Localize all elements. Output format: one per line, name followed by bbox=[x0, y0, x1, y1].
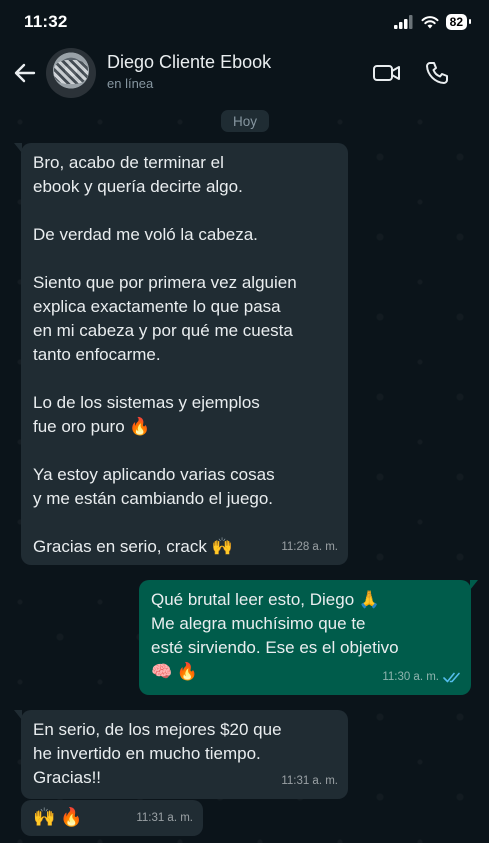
message-bubble-incoming[interactable]: Bro, acabo de terminar el ebook y quería… bbox=[14, 143, 348, 565]
message-text: 🙌 🔥 bbox=[33, 807, 83, 827]
signal-icon bbox=[393, 15, 413, 29]
message-text: Bro, acabo de terminar el ebook y quería… bbox=[33, 153, 297, 556]
bubble-tail bbox=[470, 580, 478, 590]
bubble-tail bbox=[14, 143, 22, 153]
date-chip: Hoy bbox=[221, 110, 269, 132]
battery-icon: 82 bbox=[445, 14, 472, 30]
message-time: 11:31 a. m. bbox=[281, 769, 338, 793]
wifi-icon bbox=[421, 16, 439, 29]
message-time-text: 11:31 a. m. bbox=[136, 812, 193, 824]
message-time-text: 11:31 a. m. bbox=[281, 775, 338, 787]
message-bubble-outgoing[interactable]: Qué brutal leer esto, Diego 🙏 Me alegra … bbox=[139, 580, 478, 695]
chat-area[interactable]: Hoy Bro, acabo de terminar el ebook y qu… bbox=[0, 102, 489, 843]
message-time: 11:31 a. m. bbox=[136, 806, 193, 830]
message-bubble-incoming[interactable]: En serio, de los mejores $20 que he inve… bbox=[14, 710, 348, 799]
message-bubble-incoming[interactable]: 🙌 🔥 11:31 a. m. bbox=[21, 800, 203, 836]
avatar[interactable] bbox=[46, 48, 96, 98]
status-time: 11:32 bbox=[24, 12, 68, 31]
message-time-text: 11:30 a. m. bbox=[382, 671, 439, 683]
contact-name[interactable]: Diego Cliente Ebook bbox=[107, 52, 271, 73]
contact-status: en línea bbox=[107, 76, 154, 91]
chat-header: Diego Cliente Ebook en línea bbox=[0, 44, 489, 102]
status-icons: 82 bbox=[393, 14, 472, 30]
back-arrow-icon[interactable] bbox=[12, 60, 38, 86]
message-time-text: 11:28 a. m. bbox=[281, 541, 338, 553]
bubble-tail bbox=[14, 710, 22, 720]
video-call-icon[interactable] bbox=[372, 61, 402, 85]
read-ticks-icon bbox=[443, 672, 460, 682]
message-time: 11:28 a. m. bbox=[281, 535, 338, 559]
status-bar: 11:32 82 bbox=[0, 0, 489, 44]
message-meta: 11:30 a. m. bbox=[382, 665, 461, 689]
phone-call-icon[interactable] bbox=[424, 60, 450, 86]
